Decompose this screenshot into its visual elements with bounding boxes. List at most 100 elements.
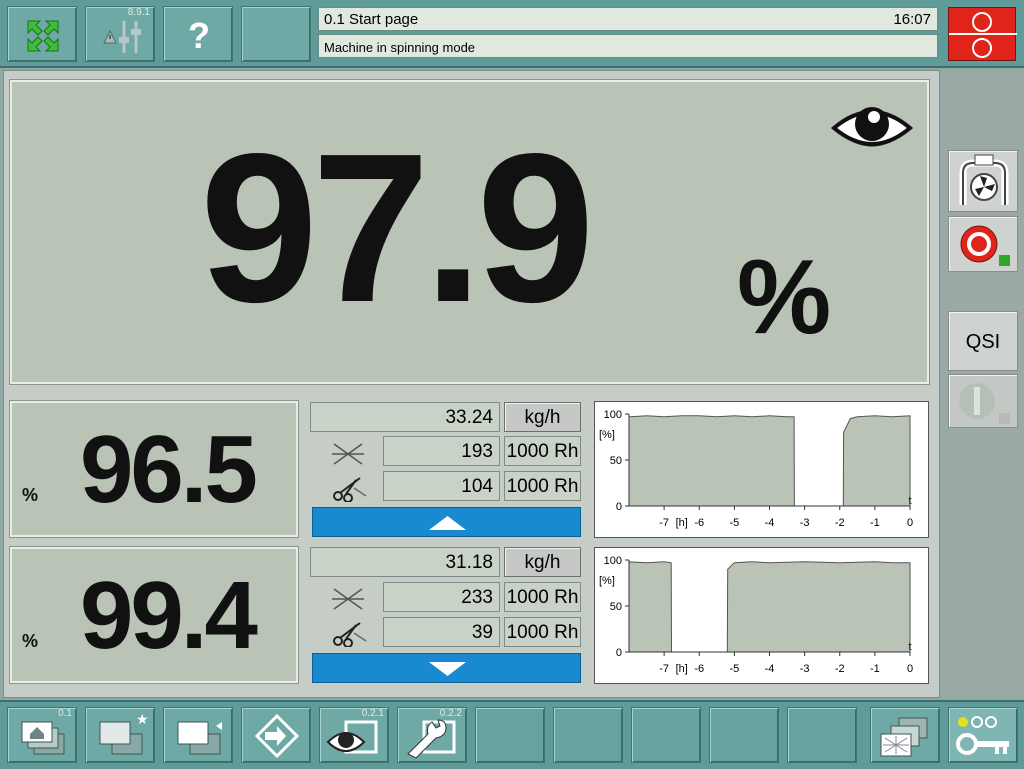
y-axis-label: [%] xyxy=(599,575,615,587)
y-tick-label: 100 xyxy=(604,409,622,421)
start-button[interactable] xyxy=(948,374,1018,428)
x-unit-label: [h] xyxy=(676,663,688,675)
side-b-cuts-unit: 1000 Rh xyxy=(504,617,581,647)
divider xyxy=(949,33,1017,35)
back-window-icon xyxy=(177,721,222,755)
y-tick-label: 0 xyxy=(616,647,622,659)
stop-spinning-button[interactable] xyxy=(948,216,1018,272)
back-window-button[interactable] xyxy=(163,707,233,763)
ends-down-icon xyxy=(332,443,364,465)
stop-machine-button[interactable] xyxy=(948,7,1017,61)
x-tick-label: -1 xyxy=(870,517,880,529)
x-tick-label: 0 xyxy=(907,517,913,529)
side-b-production-unit-button[interactable]: kg/h xyxy=(504,547,581,577)
home-version: 0.1 xyxy=(58,708,72,719)
warnings-button[interactable]: 8.9.1 xyxy=(85,6,155,62)
monitoring-button[interactable]: 0.2.1 xyxy=(319,707,389,763)
x-tick-label: 0 xyxy=(907,663,913,675)
navigate-button[interactable] xyxy=(241,707,311,763)
x-tick-label: -7 xyxy=(659,663,669,675)
side-a-efficiency-chart: 100 50 0 [%] -7 -6 -5 -4 -3 -2 -1 0 [h] t xyxy=(594,401,929,538)
y-tick-label: 100 xyxy=(604,555,622,567)
empty-slot-button[interactable] xyxy=(787,707,857,763)
side-b-efficiency-value: 99.4 xyxy=(80,562,258,669)
scissors-icon xyxy=(333,477,367,502)
side-a-cuts: 104 xyxy=(383,471,500,501)
suction-fan-button[interactable] xyxy=(948,150,1018,212)
x-tick-label: -6 xyxy=(694,517,704,529)
side-a-ends-down-unit: 1000 Rh xyxy=(504,436,581,466)
total-efficiency-panel: 97.9 % xyxy=(9,79,930,385)
blank-top-button[interactable] xyxy=(241,6,311,62)
y-axis-label: [%] xyxy=(599,429,615,441)
side-a-scroll-up-button[interactable] xyxy=(312,507,581,537)
side-b-efficiency-unit: % xyxy=(22,631,39,651)
help-icon: ? xyxy=(188,15,210,56)
svg-text:★: ★ xyxy=(136,712,149,728)
x-tick-label: -3 xyxy=(800,517,810,529)
x-tick-label: -1 xyxy=(870,663,880,675)
triangle-up-icon xyxy=(429,516,466,530)
side-a-chart-svg: 100 50 0 [%] -7 -6 -5 -4 -3 -2 -1 0 [h] t xyxy=(599,409,913,529)
help-button[interactable]: ? xyxy=(163,6,233,62)
empty-slot-button[interactable] xyxy=(709,707,779,763)
monitoring-version: 0.2.1 xyxy=(361,708,384,719)
start-icon xyxy=(959,383,1010,424)
qsi-button[interactable]: QSI xyxy=(948,311,1018,371)
settings-version: 0.2.2 xyxy=(439,708,462,719)
refresh-button[interactable] xyxy=(7,6,77,62)
window-layout-button[interactable] xyxy=(870,707,940,763)
eye-icon[interactable] xyxy=(830,100,914,156)
favorites-button[interactable]: ★ xyxy=(85,707,155,763)
status-message: Machine in spinning mode xyxy=(318,34,938,58)
side-b-production: 31.18 xyxy=(310,547,500,577)
x-tick-label: -2 xyxy=(835,663,845,675)
side-a-production-unit-button[interactable]: kg/h xyxy=(504,402,581,432)
clock: 16:07 xyxy=(893,11,931,28)
side-b-efficiency-chart: 100 50 0 [%] -7 -6 -5 -4 -3 -2 -1 0 [h] t xyxy=(594,547,929,684)
side-a-efficiency-value: 96.5 xyxy=(80,416,258,523)
stop-icon xyxy=(972,12,992,32)
favorite-windows-icon: ★ xyxy=(99,712,149,755)
y-tick-label: 50 xyxy=(610,455,622,467)
side-a-production: 33.24 xyxy=(310,402,500,432)
x-tick-label: -2 xyxy=(835,517,845,529)
page-title-box: 0.1 Start page 16:07 xyxy=(318,7,938,31)
settings-button[interactable]: 0.2.2 xyxy=(397,707,467,763)
diamond-arrow-icon xyxy=(254,713,300,759)
triangle-down-icon xyxy=(429,662,466,676)
x-tick-label: -4 xyxy=(765,663,775,675)
stop-icon xyxy=(972,38,992,58)
x-tick-label: -5 xyxy=(729,663,739,675)
x-tick-label: -3 xyxy=(800,663,810,675)
side-a-cuts-unit: 1000 Rh xyxy=(504,471,581,501)
empty-slot-button[interactable] xyxy=(475,707,545,763)
y-tick-label: 50 xyxy=(610,601,622,613)
x-tick-label: -5 xyxy=(729,517,739,529)
side-b-cuts: 39 xyxy=(383,617,500,647)
scissors-icon xyxy=(333,622,367,647)
chart-area-series xyxy=(628,415,911,507)
home-button[interactable]: 0.1 xyxy=(7,707,77,763)
key-icon xyxy=(956,716,1009,755)
red-stop-icon xyxy=(960,225,1010,266)
login-key-button[interactable] xyxy=(948,707,1018,763)
side-b-ends-down: 233 xyxy=(383,582,500,612)
stacked-windows-icon xyxy=(880,717,928,757)
total-efficiency-value: 97.9 xyxy=(200,109,595,346)
side-b-scroll-down-button[interactable] xyxy=(312,653,581,683)
x-tick-label: -7 xyxy=(659,517,669,529)
side-a-efficiency-panel: 96.5 % xyxy=(9,400,299,538)
side-b-ends-down-unit: 1000 Rh xyxy=(504,582,581,612)
empty-slot-button[interactable] xyxy=(631,707,701,763)
x-axis-label: t xyxy=(908,641,911,653)
warnings-version: 8.9.1 xyxy=(127,7,150,18)
side-b-efficiency-panel: 99.4 % xyxy=(9,546,299,684)
x-tick-label: -4 xyxy=(765,517,775,529)
y-tick-label: 0 xyxy=(616,501,622,513)
fan-icon xyxy=(959,154,1009,205)
x-axis-label: t xyxy=(908,495,911,507)
empty-slot-button[interactable] xyxy=(553,707,623,763)
x-unit-label: [h] xyxy=(676,517,688,529)
chart-area-series xyxy=(628,561,911,653)
